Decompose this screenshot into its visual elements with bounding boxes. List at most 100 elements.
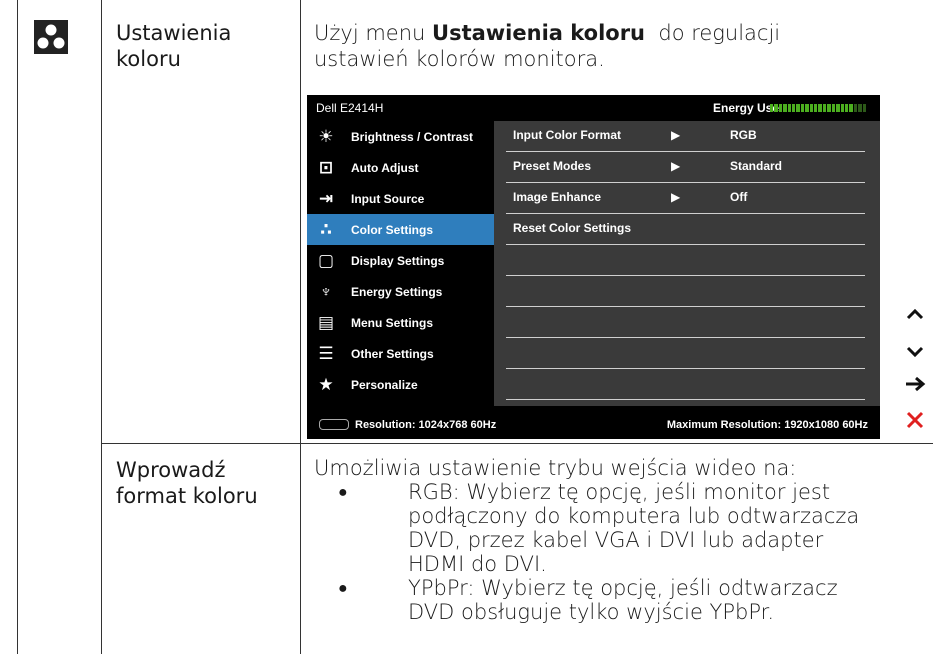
monitor-icon (319, 419, 349, 430)
other-settings-icon: ☰ (318, 343, 334, 363)
osd-menu-item[interactable]: ∴ Color Settings (307, 214, 494, 245)
osd-submenu-row (506, 245, 865, 276)
osd-submenu-name: Preset Modes (513, 159, 592, 173)
desc-line2: ustawień kolorów monitora. (314, 47, 605, 71)
energy-segment (849, 104, 853, 112)
osd-submenu-row (506, 276, 865, 307)
osd-header: Dell E2414H Energy Use (307, 95, 880, 121)
osd-menu-label: Menu Settings (351, 315, 434, 330)
energy-segment (836, 104, 840, 112)
osd-submenu-row (506, 307, 865, 338)
osd-menu-label: Input Source (351, 191, 425, 206)
right-arrow-icon[interactable] (903, 375, 927, 398)
osd-submenu-row[interactable]: Input Color Format ▶ RGB (506, 121, 865, 152)
osd-menu-item[interactable]: ▢ Display Settings (307, 245, 494, 276)
menu-settings-icon: ▤ (317, 312, 335, 332)
osd-submenu-row (506, 338, 865, 369)
energy-settings-icon: ♆ (319, 281, 333, 301)
osd-submenu-arrow: ▶ (671, 128, 681, 142)
row1-label-line2: koloru (116, 47, 181, 71)
row2-label-line2: format koloru (116, 484, 258, 508)
energy-segment (796, 104, 800, 112)
bullet-item: ● YPbPr: Wybierz tę opcję, jeśli odtwarza… (314, 576, 933, 624)
table-divider-2 (300, 0, 301, 654)
desc-bold: Ustawienia koloru (432, 21, 646, 45)
energy-segment (809, 104, 814, 112)
close-icon[interactable] (903, 410, 927, 435)
auto-adjust-icon: ⊡ (318, 157, 334, 177)
energy-segment (840, 104, 844, 112)
osd-submenu: Input Color Format ▶ RGB Preset Modes ▶ Stand… (494, 121, 880, 406)
bullet-line: HDMI do DVI. (408, 552, 547, 576)
osd-submenu-name: Image Enhance (513, 190, 602, 204)
bullet-dot-icon: ● (338, 578, 348, 597)
osd-menu-item[interactable]: ⊡ Auto Adjust (307, 152, 494, 183)
row2-label-line1: Wprowadź (116, 458, 226, 482)
osd-menu-item[interactable]: ⇥ Input Source (307, 183, 494, 214)
table-divider-1 (101, 0, 102, 654)
osd-main-menu: ☀ Brightness / Contrast ⊡ Auto Adjust ⇥ Input… (307, 121, 494, 400)
energy-segment (787, 104, 792, 112)
osd-model: Dell E2414H (316, 101, 384, 115)
osd-submenu-row[interactable]: Image Enhance ▶ Off (506, 183, 865, 214)
osd-menu-item[interactable]: ▤ Menu Settings (307, 307, 494, 338)
bullet-item: ● RGB: Wybierz tę opcję, jeśli monitor je… (314, 480, 933, 576)
osd-submenu-value: Off (730, 190, 748, 204)
row1-label: Ustawienia koloru (116, 20, 231, 72)
osd-footer: Resolution: 1024x768 60Hz Maximum Resolu… (307, 409, 880, 439)
energy-segment (774, 104, 778, 112)
osd-max-resolution: Maximum Resolution: 1920x1080 60Hz (666, 419, 868, 431)
energy-segment (783, 104, 787, 112)
color-settings-icon: ∴ (320, 219, 332, 239)
desc-post: do regulacji (645, 21, 781, 45)
osd-submenu-row[interactable]: Preset Modes ▶ Standard (506, 152, 865, 183)
bullet-line: RGB: Wybierz tę opcję, jeśli monitor jes… (408, 480, 831, 504)
osd-submenu-arrow: ▶ (671, 190, 681, 204)
osd-submenu-row (506, 369, 865, 400)
energy-segment (778, 104, 783, 112)
osd-submenu-row[interactable]: Reset Color Settings (506, 214, 865, 245)
bullet-line: DVD, przez kabel VGA i DVI lub adapter (408, 528, 824, 552)
up-icon[interactable] (903, 304, 927, 326)
display-settings-icon: ▢ (317, 250, 335, 270)
osd-menu-item[interactable]: ☀ Brightness / Contrast (307, 121, 494, 152)
osd-submenu-name: Reset Color Settings (513, 221, 632, 235)
row-divider (101, 443, 933, 444)
osd-menu-item[interactable]: ☰ Other Settings (307, 338, 494, 369)
osd-menu-label: Energy Settings (351, 284, 443, 299)
osd-menu-item[interactable]: ♆ Energy Settings (307, 276, 494, 307)
row2-intro: Umożliwia ustawienie trybu wejścia wideo… (314, 456, 797, 480)
osd-resolution: Resolution: 1024x768 60Hz (355, 419, 497, 431)
color-settings-icon (34, 20, 68, 54)
osd-submenu-arrow: ▶ (671, 159, 681, 173)
energy-segment (827, 104, 831, 112)
energy-segment (822, 104, 827, 112)
osd-submenu-value: RGB (730, 128, 757, 142)
row2-label: Wprowadź format koloru (116, 457, 258, 509)
row1-description: Użyj menu Ustawienia koloru do regulacji… (314, 20, 780, 72)
osd-menu-item[interactable]: ★ Personalize (307, 369, 494, 400)
bullet-line: YPbPr: Wybierz tę opcję, jeśli odtwarzac… (408, 576, 838, 600)
osd-screenshot: Dell E2414H Energy Use ☀ Brightness / Con… (307, 95, 880, 439)
osd-submenu-name: Input Color Format (513, 128, 621, 142)
energy-segment (844, 104, 849, 112)
energy-segment (805, 104, 809, 112)
bullet-line: podłączony do komputera lub odtwarzacza (408, 504, 860, 528)
brightness-icon: ☀ (318, 126, 334, 146)
star-icon: ★ (318, 374, 334, 394)
energy-segment (818, 104, 822, 112)
down-icon[interactable] (903, 342, 927, 364)
energy-meter (770, 104, 866, 112)
energy-segment (814, 104, 818, 112)
osd-menu-label: Auto Adjust (351, 160, 419, 175)
table-border-left (17, 0, 18, 654)
bullet-dot-icon: ● (338, 482, 348, 501)
input-source-icon: ⇥ (318, 188, 334, 208)
energy-segment (831, 104, 836, 112)
osd-menu-label: Display Settings (351, 253, 445, 268)
energy-segment (853, 104, 858, 112)
energy-segment (800, 104, 805, 112)
energy-segment (770, 104, 774, 112)
osd-submenu-value: Standard (730, 159, 783, 173)
osd-menu-label: Color Settings (351, 222, 434, 237)
